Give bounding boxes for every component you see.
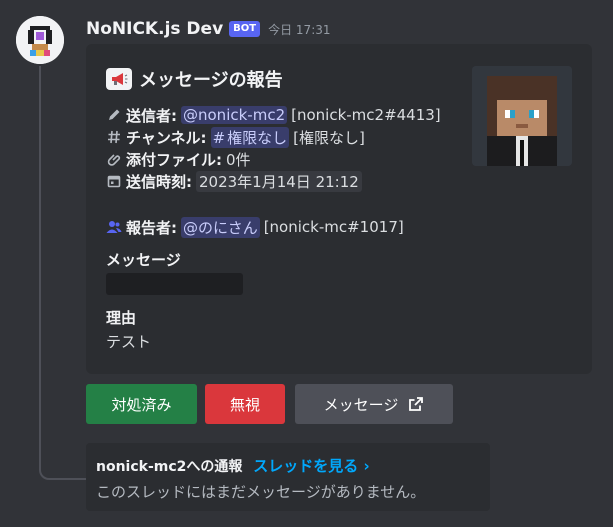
embed-title-text: メッセージの報告 [139,70,283,91]
embed-title: メッセージの報告 [106,66,283,92]
field-sender: 送信者: @nonick-mc2 [nonick-mc2#4413] [106,104,441,126]
calendar-icon [106,173,122,189]
channel-mention-name: 権限なし [227,128,288,147]
sent-time-label: 送信時刻: [126,172,192,191]
sender-tag: [nonick-mc2#4413] [291,106,441,124]
reporter-label: 報告者: [126,218,177,237]
message-link-button[interactable]: メッセージ [295,384,453,424]
megaphone-icon [106,68,132,90]
field-reporter: 報告者: @のにさん [nonick-mc#1017] [106,216,404,238]
timestamp[interactable]: 今日 17:31 [268,21,330,38]
reporter-mention[interactable]: @のにさん [181,216,260,238]
channel-label: チャンネル: [126,128,207,147]
bot-avatar[interactable] [16,16,64,64]
message-header: NoNICK.js Dev BOT 今日 17:31 [86,16,331,42]
channel-name: [権限なし] [293,128,365,147]
message-link-button-label: メッセージ [323,395,399,414]
thread-empty-text: このスレッドにはまだメッセージがありません。 [96,483,426,501]
reason-section-title: 理由 [106,309,137,327]
thread-title: nonick-mc2への通報 スレッドを見る › [96,455,370,476]
thread-connector [39,66,87,480]
message-section-title: メッセージ [106,251,181,269]
reported-user-thumbnail[interactable] [472,66,572,166]
attachments-value: 0件 [226,150,251,169]
handled-button-label: 対処済み [111,395,172,414]
attachments-label: 添付ファイル: [126,150,222,169]
field-sent-time: 送信時刻: 2023年1月14日 21:12 [106,170,362,192]
field-attachments: 添付ファイル: 0件 [106,148,251,170]
channel-mention[interactable]: # 権限なし [210,126,290,148]
sender-label: 送信者: [126,106,177,125]
message-spoiler[interactable] [106,273,243,295]
bot-tag: BOT [229,21,261,37]
reason-value: テスト [106,333,152,351]
handled-button[interactable]: 対処済み [86,384,197,424]
sent-time-value[interactable]: 2023年1月14日 21:12 [196,170,362,192]
sender-mention[interactable]: @nonick-mc2 [181,106,288,124]
thread-name: nonick-mc2への通報 [96,459,243,475]
reporter-tag: [nonick-mc#1017] [263,218,404,236]
ignore-button-label: 無視 [229,395,260,414]
username[interactable]: NoNICK.js Dev [86,19,223,39]
pencil-icon [106,107,122,123]
hash-icon [106,129,122,145]
user-icon [106,219,122,235]
field-channel: チャンネル: # 権限なし [権限なし] [106,126,365,148]
external-link-icon [408,396,424,412]
report-embed: メッセージの報告 送信者: @nonick-mc2 [nonick-mc2#44… [86,44,592,374]
paperclip-icon [106,151,122,167]
view-thread-link[interactable]: スレッドを見る › [253,457,369,475]
thread-preview[interactable]: nonick-mc2への通報 スレッドを見る › このスレッドにはまだメッセージ… [86,443,490,511]
discord-message: NoNICK.js Dev BOT 今日 17:31 メッセージの報告 送信者:… [0,0,613,527]
ignore-button[interactable]: 無視 [205,384,285,424]
